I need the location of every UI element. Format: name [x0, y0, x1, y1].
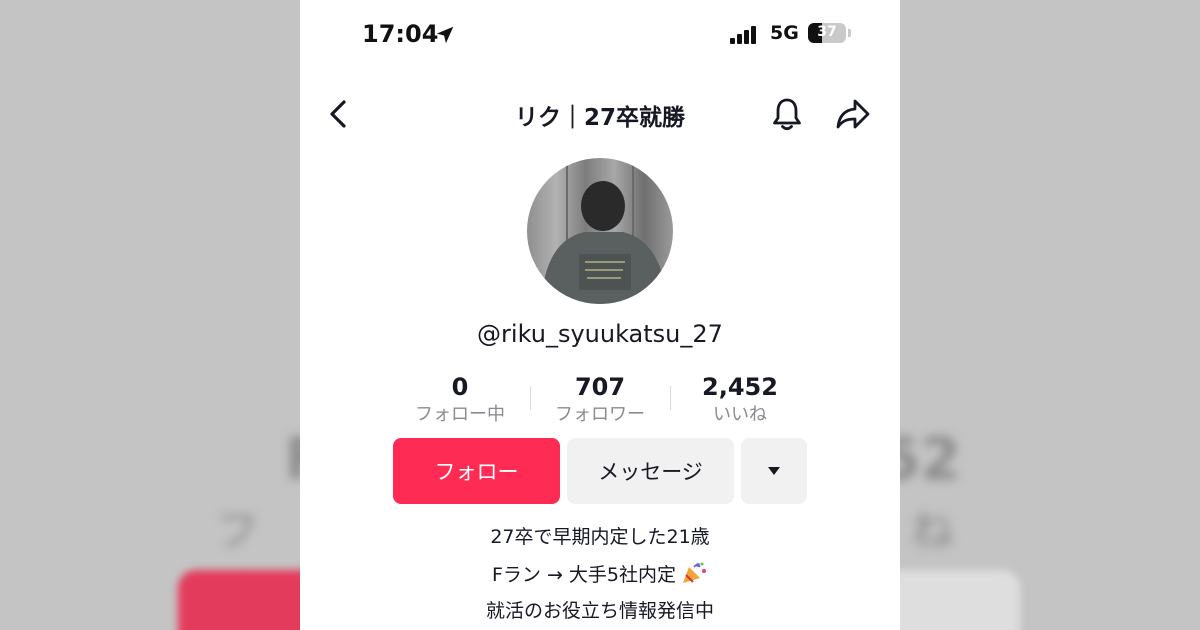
- network-type: 5G: [770, 22, 799, 44]
- status-bar: 17:04 5G 37: [300, 18, 900, 54]
- stat-followers-label: フォロワー: [555, 404, 645, 425]
- caret-down-icon: [768, 467, 780, 475]
- follow-button[interactable]: フォロー: [393, 438, 560, 504]
- bell-icon[interactable]: [770, 96, 804, 132]
- stat-followers[interactable]: 707 フォロワー: [530, 372, 670, 428]
- location-arrow-icon: [436, 26, 454, 44]
- party-popper-icon: [683, 562, 707, 583]
- battery-tip: [848, 29, 851, 37]
- stat-likes-value: 2,452: [702, 373, 778, 401]
- stat-likes[interactable]: 2,452 いいね: [670, 372, 810, 428]
- avatar-photo: [541, 158, 667, 304]
- blur-more-shape: [900, 570, 1020, 630]
- message-button[interactable]: メッセージ: [567, 438, 734, 504]
- stat-following-label: フォロー中: [415, 404, 505, 425]
- bio-line-text: Fラン → 大手5社内定: [491, 564, 677, 586]
- stat-following-value: 0: [451, 373, 469, 401]
- phone-screen: 17:04 5G 37 リク｜27卒就勝 @riku_syuukatsu_27 …: [300, 0, 900, 630]
- bio-line: 27卒で早期内定した21歳: [490, 526, 710, 548]
- share-icon[interactable]: [834, 96, 872, 132]
- more-options-button[interactable]: [741, 438, 807, 504]
- profile-nav-bar: リク｜27卒就勝: [300, 90, 900, 138]
- stat-likes-label: いいね: [713, 404, 767, 425]
- background-blur-right: 52 ね: [900, 0, 1200, 630]
- battery-icon: 37: [808, 23, 846, 43]
- stat-following[interactable]: 0 フォロー中: [390, 372, 530, 428]
- bio-line: Fラン → 大手5社内定: [300, 560, 900, 587]
- profile-stats: 0 フォロー中 707 フォロワー 2,452 いいね: [300, 372, 900, 432]
- stat-followers-value: 707: [574, 373, 626, 401]
- bio-line: 就活のお役立ち情報発信中: [485, 600, 714, 622]
- signal-icon: [730, 26, 760, 44]
- blur-text-c: 52: [900, 425, 961, 493]
- profile-handle: @riku_syuukatsu_27: [477, 320, 723, 348]
- status-time: 17:04: [362, 20, 439, 48]
- blur-text-a: Fa: [285, 425, 300, 493]
- blur-text-d: ね: [910, 506, 954, 557]
- page-title: リク｜27卒就勝: [514, 105, 685, 131]
- blur-follow-shape: [178, 570, 300, 630]
- avatar[interactable]: [527, 158, 673, 304]
- battery-percent: 37: [817, 24, 837, 40]
- background-blur-left: Fa フォ: [0, 0, 300, 630]
